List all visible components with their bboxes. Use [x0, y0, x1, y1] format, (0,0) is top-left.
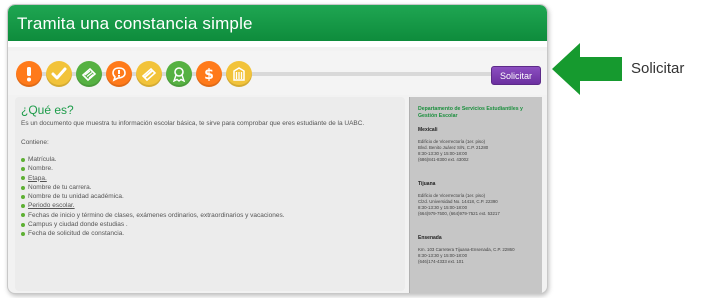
bullet-icon — [21, 232, 25, 237]
alert-chat-icon[interactable] — [106, 61, 132, 87]
progress-steps: $ Solicitar — [8, 51, 547, 95]
left-arrow-icon — [550, 40, 624, 98]
header-bar: Tramita una constancia simple — [8, 5, 547, 41]
campus-ensenada-heading: Ensenada — [418, 235, 442, 241]
list-item: Fechas de inicio y término de clases, ex… — [21, 211, 285, 220]
solicitar-button[interactable]: Solicitar — [491, 66, 541, 85]
contents-label: Contiene: — [21, 139, 49, 146]
list-item: Nombre de tu carrera. — [21, 183, 285, 192]
list-item: Fecha de solicitud de constancia. — [21, 229, 285, 238]
papers-icon[interactable] — [76, 61, 102, 87]
intro-text: Es un documento que muestra tu informaci… — [21, 120, 365, 127]
page-title: Tramita una constancia simple — [17, 14, 253, 33]
periodo-link[interactable]: Periodo escolar. — [28, 201, 75, 210]
dollar-icon[interactable]: $ — [196, 61, 222, 87]
bullet-icon — [21, 157, 25, 162]
contents-list: Matrícula. Nombre. Etapa. Nombre de tu c… — [21, 155, 285, 239]
bullet-icon — [21, 204, 25, 209]
bullet-icon — [21, 176, 25, 181]
bullet-icon — [21, 185, 25, 190]
bullet-icon — [21, 222, 25, 227]
solicitar-annotation: Solicitar — [631, 60, 685, 77]
ribbon-icon[interactable] — [166, 61, 192, 87]
campus-tijuana-details: Edificio de Vicerrectoría (1er. piso) Cl… — [418, 193, 500, 216]
card-swipe-icon[interactable] — [136, 61, 162, 87]
list-item: Periodo escolar. — [21, 201, 285, 210]
list-item: Matrícula. — [21, 155, 285, 164]
list-item: Etapa. — [21, 174, 285, 183]
list-item: Campus y ciudad donde estudias . — [21, 220, 285, 229]
section-title: ¿Qué es? — [21, 103, 74, 117]
contact-sidebar: Departamento de Servicios Estudiantiles … — [409, 97, 542, 293]
campus-mexicali-details: Edificio de Vicerrectoría (1er. piso) Bl… — [418, 139, 489, 162]
bullet-icon — [21, 194, 25, 199]
campus-ensenada-details: Km. 103 Carretera Tijuana-Ensenada, C.P.… — [418, 247, 515, 264]
bullet-icon — [21, 213, 25, 218]
campus-mexicali-heading: Mexicali — [418, 127, 438, 133]
list-item: Nombre de tu unidad académica. — [21, 192, 285, 201]
campus-tijuana-heading: Tijuana — [418, 181, 436, 187]
check-icon[interactable] — [46, 61, 72, 87]
building-icon[interactable] — [226, 61, 252, 87]
info-section: ¿Qué es? Es un documento que muestra tu … — [15, 97, 405, 291]
exclamation-icon[interactable] — [16, 61, 42, 87]
svg-text:$: $ — [204, 67, 214, 82]
list-item: Nombre. — [21, 164, 285, 173]
bullet-icon — [21, 166, 25, 171]
tramite-panel: Tramita una constancia simple $ Solicita… — [7, 4, 548, 294]
department-title: Departamento de Servicios Estudiantiles … — [418, 106, 523, 119]
etapa-link[interactable]: Etapa. — [28, 174, 47, 183]
